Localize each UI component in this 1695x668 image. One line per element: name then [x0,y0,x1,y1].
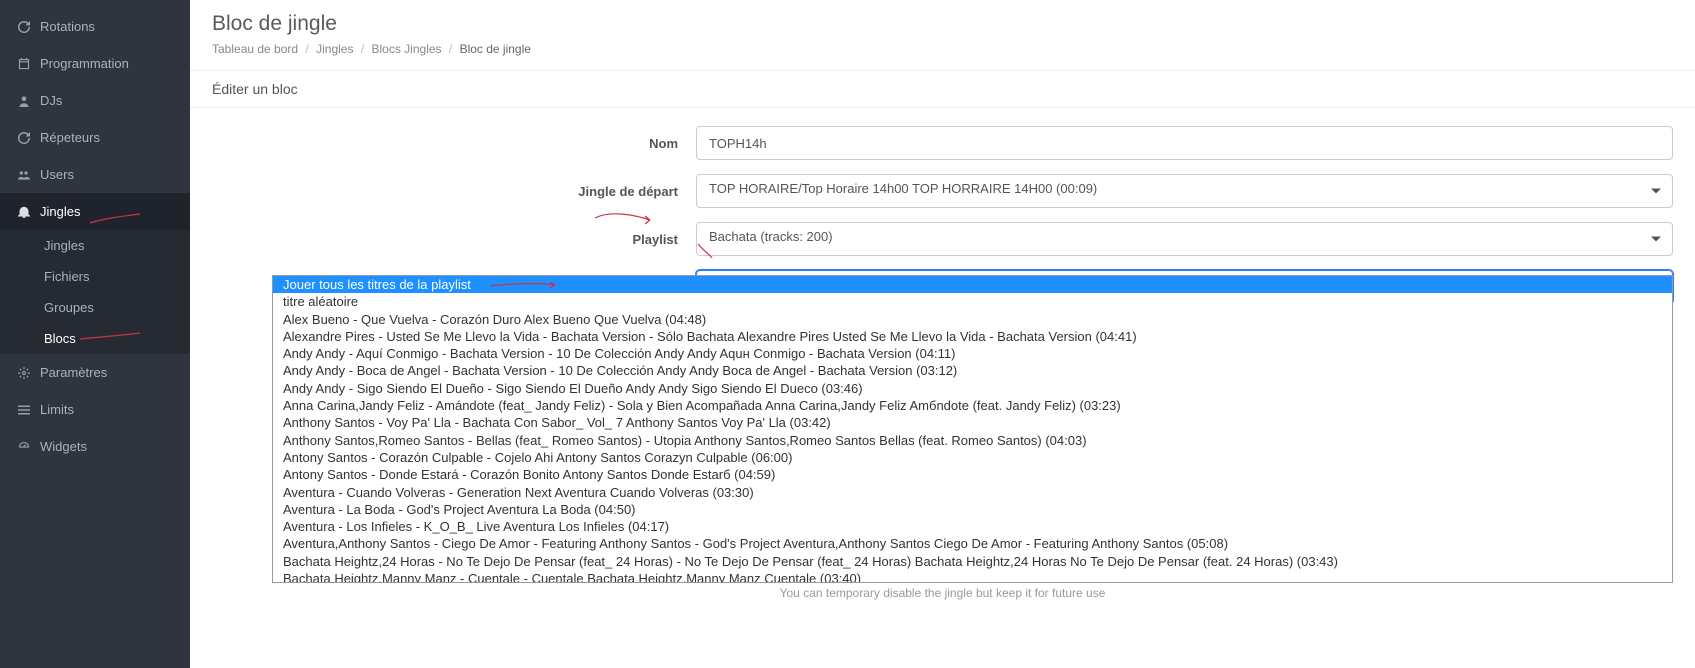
sidebar-item-limits[interactable]: Limits [0,391,190,428]
dropdown-option[interactable]: Andy Andy - Sigo Siendo El Dueño - Sigo … [273,380,1672,397]
playlist-label: Playlist [212,232,696,247]
dropdown-option[interactable]: Aventura - Los Infieles - K_O_B_ Live Av… [273,518,1672,535]
breadcrumb: Tableau de bord / Jingles / Blocs Jingle… [212,42,1673,56]
sidebar-item-label: Users [40,167,74,182]
sidebar-item-rotations[interactable]: Rotations [0,8,190,45]
page-header: Bloc de jingle Tableau de bord / Jingles… [190,0,1695,70]
dropdown-option[interactable]: Anna Carina,Jandy Feliz - Amándote (feat… [273,397,1672,414]
breadcrumb-sep: / [305,42,308,56]
dropdown-scroll[interactable]: Jouer tous les titres de la playlisttitr… [273,276,1672,582]
dropdown-option[interactable]: Aventura - La Boda - God's Project Avent… [273,501,1672,518]
sidebar-item-parametres[interactable]: Paramètres [0,354,190,391]
dropdown-option[interactable]: Andy Andy - Aquí Conmigo - Bachata Versi… [273,345,1672,362]
sidebar-item-users[interactable]: Users [0,156,190,193]
sidebar-item-label: Limits [40,402,74,417]
dropdown-option[interactable]: Alex Bueno - Que Vuelva - Corazón Duro A… [273,311,1672,328]
sidebar-item-label: Rotations [40,19,95,34]
sidebar-item-repeteurs[interactable]: Répeteurs [0,119,190,156]
jingle-label: Jingle de départ [212,184,696,199]
sidebar-item-label: Répeteurs [40,130,100,145]
panel-title: Éditer un bloc [190,70,1695,108]
help-text: You can temporary disable the jingle but… [190,586,1695,600]
user-icon [18,95,30,107]
sub-item-blocs[interactable]: Blocs [0,323,190,354]
sub-item-jingles[interactable]: Jingles [0,230,190,261]
sidebar-item-jingles[interactable]: Jingles [0,193,190,230]
sidebar-sub-jingles: Jingles Fichiers Groupes Blocs [0,230,190,354]
users-icon [18,169,30,181]
dropdown-option[interactable]: Andy Andy - Boca de Angel - Bachata Vers… [273,362,1672,379]
sidebar-item-label: Widgets [40,439,87,454]
main-content: Bloc de jingle Tableau de bord / Jingles… [190,0,1695,668]
refresh-icon [18,21,30,33]
breadcrumb-sep: / [361,42,364,56]
cogs-icon [18,367,30,379]
sub-item-fichiers[interactable]: Fichiers [0,261,190,292]
sidebar-item-label: Programmation [40,56,129,71]
dropdown-option[interactable]: Bachata Heightz,24 Horas - No Te Dejo De… [273,553,1672,570]
sidebar-item-programmation[interactable]: Programmation [0,45,190,82]
jingle-select[interactable]: TOP HORAIRE/Top Horaire 14h00 TOP HORRAI… [696,174,1673,208]
dropdown-option[interactable]: Aventura,Anthony Santos - Ciego De Amor … [273,535,1672,552]
dropdown-option[interactable]: Antony Santos - Donde Estará - Corazón B… [273,466,1672,483]
dropdown-option[interactable]: titre aléatoire [273,293,1672,310]
breadcrumb-item[interactable]: Jingles [316,42,353,56]
page-title: Bloc de jingle [212,12,1673,36]
dropdown-option[interactable]: Jouer tous les titres de la playlist [273,276,1672,293]
dropdown-option[interactable]: Bachata Heightz,Manny Manz - Cuentale - … [273,570,1672,582]
sidebar-item-label: DJs [40,93,62,108]
sidebar-item-label: Jingles [40,204,80,219]
nom-input[interactable] [696,126,1673,160]
sidebar: Rotations Programmation DJs Répeteurs Us… [0,0,190,668]
breadcrumb-item[interactable]: Tableau de bord [212,42,298,56]
sidebar-item-label: Paramètres [40,365,107,380]
nom-label: Nom [212,136,696,151]
dropdown-option[interactable]: Aventura - Cuando Volveras - Generation … [273,484,1672,501]
dropdown-option[interactable]: Anthony Santos,Romeo Santos - Bellas (fe… [273,432,1672,449]
dashboard-icon [18,441,30,453]
bell-icon [18,206,30,218]
musique-dropdown[interactable]: Jouer tous les titres de la playlisttitr… [272,275,1673,583]
sub-item-groupes[interactable]: Groupes [0,292,190,323]
refresh-icon [18,132,30,144]
calendar-icon [18,58,30,70]
list-icon [18,404,30,416]
sidebar-item-djs[interactable]: DJs [0,82,190,119]
dropdown-option[interactable]: Alexandre Pires - Usted Se Me Llevo la V… [273,328,1672,345]
breadcrumb-item: Bloc de jingle [460,42,531,56]
breadcrumb-sep: / [449,42,452,56]
dropdown-option[interactable]: Antony Santos - Corazón Culpable - Cojel… [273,449,1672,466]
dropdown-option[interactable]: Anthony Santos - Voy Pa' Lla - Bachata C… [273,414,1672,431]
playlist-select[interactable]: Bachata (tracks: 200) [696,222,1673,256]
sidebar-item-widgets[interactable]: Widgets [0,428,190,465]
breadcrumb-item[interactable]: Blocs Jingles [372,42,442,56]
